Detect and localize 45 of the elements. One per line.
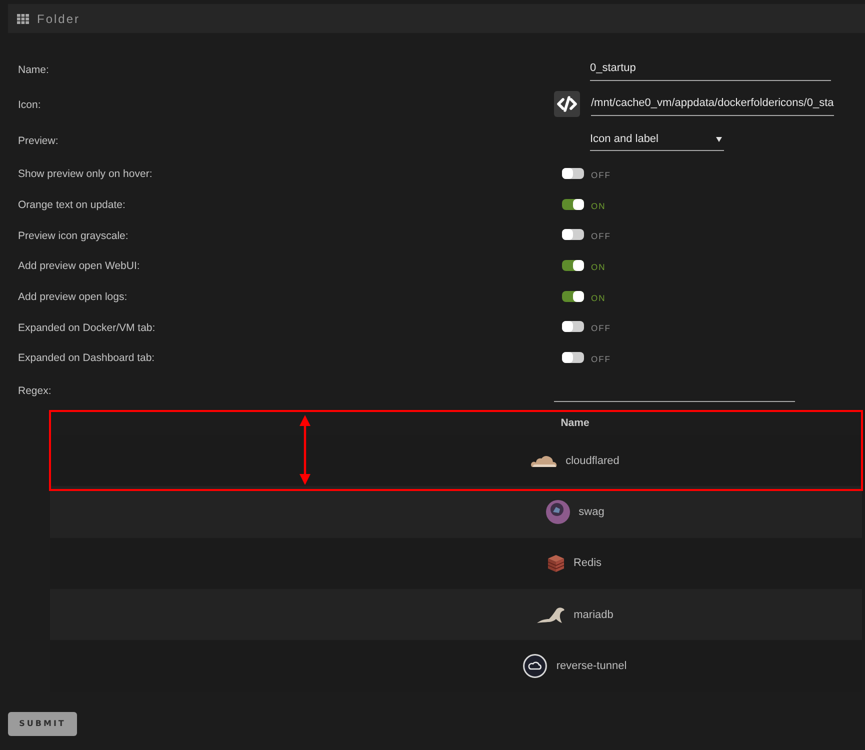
field-label: Name: [18,64,49,76]
field-label: Expanded on Docker/VM tab: [18,322,156,334]
panel-title: Folder [37,12,80,26]
cloud-ring-icon [523,654,548,678]
field-label: Preview: [18,134,58,146]
container-name: reverse-tunnel [556,660,627,672]
field-label: Regex: [18,384,52,397]
caret-icon [716,136,722,142]
field-label: Icon: [18,98,41,110]
seal-icon [536,606,565,623]
cloud-icon [530,454,557,467]
preview-dropdown[interactable]: Icon and label [590,128,724,151]
container-name: Redis [573,557,602,570]
field-label: Orange text on update: [18,199,126,212]
double-arrow [300,414,310,485]
toggle-switch[interactable] [562,229,584,240]
field-label: Add preview open logs: [18,291,128,304]
toggle-state: OFF [591,231,611,242]
toggle-switch[interactable] [562,168,584,179]
sphere-icon [546,500,570,524]
toggle-switch[interactable] [562,321,584,332]
toggle-switch[interactable] [562,260,584,271]
toggle-switch[interactable] [562,290,584,302]
toggle-state: OFF [591,323,611,334]
grid-icon [17,14,29,24]
toggle-switch[interactable] [562,352,584,363]
submit-button[interactable]: SUBMIT [8,712,77,736]
column-header: Name [560,416,590,429]
container-name: swag [578,506,604,518]
field-label: Preview icon grayscale: [18,230,128,242]
field-label: Show preview only on hover: [18,168,152,180]
toggle-state: OFF [591,354,611,364]
icon-path-field[interactable]: /mnt/cache0_vm/appdata/dockerfoldericons/0_sta [591,92,834,116]
name-field[interactable]: 0_startup [590,57,831,81]
toggle-state: ON [591,200,606,211]
field-label: Expanded on Dashboard tab: [18,352,155,364]
container-name: mariadb [574,608,614,621]
cube-stack-icon [548,554,564,572]
field-label: Add preview open WebUI: [18,260,140,272]
toggle-state: ON [591,262,606,272]
toggle-switch[interactable] [562,198,584,210]
container-name: cloudflared [566,454,620,466]
code-icon[interactable] [554,90,580,116]
toggle-state: OFF [591,170,611,180]
toggle-state: ON [591,292,606,303]
